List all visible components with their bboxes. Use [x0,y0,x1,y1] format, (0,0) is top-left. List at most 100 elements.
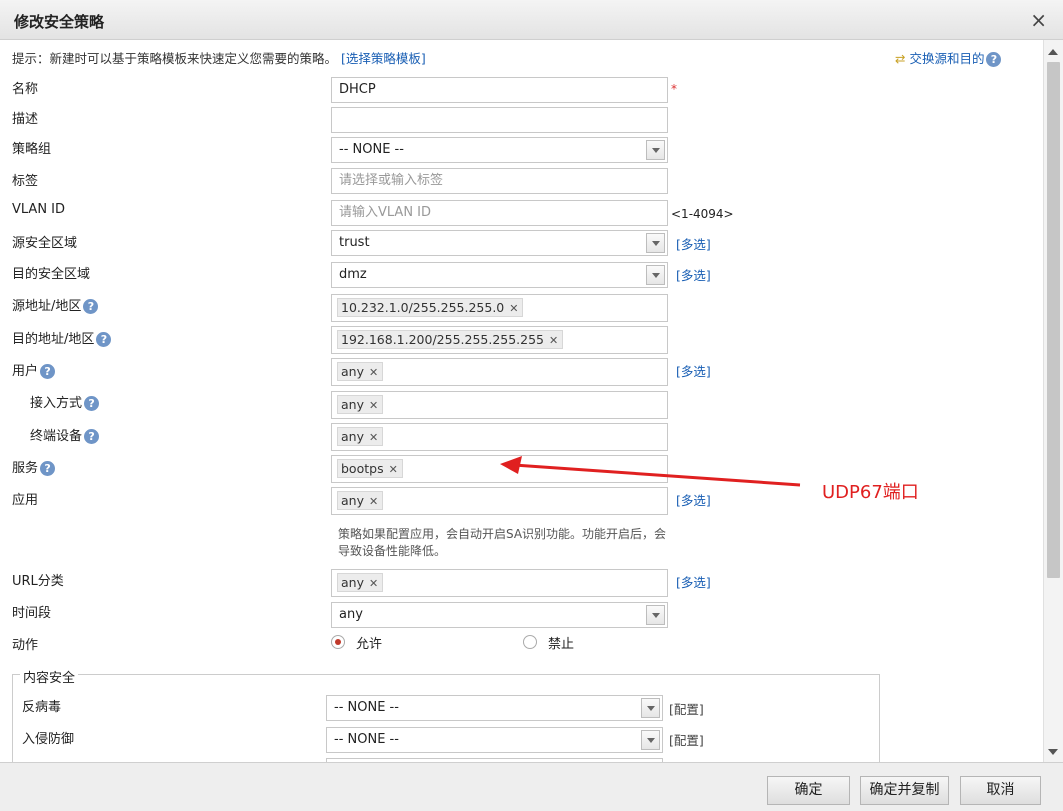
chevron-down-icon[interactable] [641,698,660,718]
name-field[interactable]: DHCP [331,77,668,103]
chevron-down-icon[interactable] [646,605,665,625]
access-chip: any ✕ [337,395,384,414]
vlan-input[interactable]: 请输入VLAN ID [331,200,668,226]
access-chip-text: any [341,397,364,412]
swap-src-dst-link[interactable]: ⇄ 交换源和目的? [895,48,1002,67]
tag-input[interactable]: 请选择或输入标签 [331,168,668,194]
url-chip: any ✕ [337,573,384,592]
antivirus-value: -- NONE -- [334,700,399,715]
chevron-down-icon[interactable] [646,265,665,285]
annotation-arrow [500,456,801,487]
app-chip-text: any [341,493,364,508]
device-field[interactable]: any ✕ [331,423,668,451]
action-label: 动作 [12,638,39,653]
scroll-thumb[interactable] [1047,62,1060,578]
time-select[interactable]: any [331,602,668,628]
time-value: any [339,607,363,622]
dialog-title: 修改安全策略 [14,13,105,31]
chevron-down-icon[interactable] [646,233,665,253]
dst-zone-value: dmz [339,267,367,282]
remove-icon[interactable]: ✕ [369,431,378,444]
dst-zone-multi-link[interactable]: [多选] [676,265,711,284]
user-label: 用户? [12,360,56,379]
src-addr-field[interactable]: 10.232.1.0/255.255.255.0 ✕ [331,294,668,322]
desc-label: 描述 [12,112,39,127]
scroll-down-icon[interactable] [1048,749,1058,755]
url-chip-text: any [341,575,364,590]
required-mark: * [671,82,677,96]
chevron-down-icon[interactable] [641,730,660,750]
antivirus-config-link[interactable]: [配置] [669,699,704,718]
user-field[interactable]: any ✕ [331,358,668,386]
dialog-titlebar: 修改安全策略 × [0,0,1063,40]
remove-icon[interactable]: ✕ [369,577,378,590]
remove-icon[interactable]: ✕ [369,399,378,412]
allow-label: 允许 [356,637,383,652]
remove-icon[interactable]: ✕ [549,334,558,347]
ok-button[interactable]: 确定 [767,776,850,805]
help-icon[interactable]: ? [84,429,100,444]
swap-label: 交换源和目的 [909,51,985,66]
remove-icon[interactable]: ✕ [369,495,378,508]
src-zone-select[interactable]: trust [331,230,668,256]
deny-radio[interactable] [523,635,537,649]
scroll-up-icon[interactable] [1048,49,1058,55]
device-label-text: 终端设备 [30,429,83,444]
service-label: 服务? [12,457,56,476]
name-label: 名称 [12,82,39,97]
user-label-text: 用户 [12,364,39,379]
help-icon[interactable]: ? [40,364,56,379]
dst-zone-label: 目的安全区域 [12,267,91,282]
service-chip: bootps ✕ [337,459,403,478]
help-icon[interactable]: ? [83,299,99,314]
cancel-button[interactable]: 取消 [960,776,1041,805]
desc-field[interactable] [331,107,668,133]
time-label: 时间段 [12,606,52,621]
ok-copy-button[interactable]: 确定并复制 [860,776,949,805]
swap-icon: ⇄ [895,51,906,66]
user-multi-link[interactable]: [多选] [676,361,711,380]
service-chip-text: bootps [341,461,384,476]
remove-icon[interactable]: ✕ [389,463,398,476]
vlan-placeholder: 请输入VLAN ID [339,205,432,220]
src-zone-multi-link[interactable]: [多选] [676,234,711,253]
src-addr-chip-text: 10.232.1.0/255.255.255.0 [341,300,505,315]
src-zone-value: trust [339,235,370,250]
dst-addr-label-text: 目的地址/地区 [12,332,95,347]
chevron-down-icon[interactable] [646,140,665,160]
dst-addr-chip-text: 192.168.1.200/255.255.255.255 [341,332,545,347]
url-field[interactable]: any ✕ [331,569,668,597]
dst-zone-select[interactable]: dmz [331,262,668,288]
src-addr-label: 源地址/地区? [12,295,99,314]
dst-addr-field[interactable]: 192.168.1.200/255.255.255.255 ✕ [331,326,668,354]
antivirus-select[interactable]: -- NONE -- [326,695,663,721]
ips-value: -- NONE -- [334,732,399,747]
app-note: 策略如果配置应用，会自动开启SA识别功能。功能开启后，会导致设备性能降低。 [338,527,667,558]
help-icon[interactable]: ? [986,52,1002,67]
select-template-link[interactable]: [选择策略模板] [341,51,426,66]
help-icon[interactable]: ? [96,332,112,347]
scrollbar[interactable] [1043,40,1063,762]
hint-text: 提示：新建时可以基于策略模板来快速定义您需要的策略。 [选择策略模板] [12,48,426,67]
hint-message: 提示：新建时可以基于策略模板来快速定义您需要的策略。 [12,51,338,66]
ips-select[interactable]: -- NONE -- [326,727,663,753]
app-chip: any ✕ [337,491,384,510]
allow-radio[interactable] [331,635,345,649]
src-addr-chip: 10.232.1.0/255.255.255.0 ✕ [337,298,524,317]
help-icon[interactable]: ? [40,461,56,476]
help-icon[interactable]: ? [84,396,100,411]
remove-icon[interactable]: ✕ [369,366,378,379]
access-field[interactable]: any ✕ [331,391,668,419]
tag-label: 标签 [12,174,39,189]
vlan-label: VLAN ID [12,202,66,217]
user-chip: any ✕ [337,362,384,381]
src-zone-label: 源安全区域 [12,236,78,251]
url-multi-link[interactable]: [多选] [676,572,711,591]
remove-icon[interactable]: ✕ [509,302,518,315]
tag-placeholder: 请选择或输入标签 [339,173,444,188]
ips-config-link[interactable]: [配置] [669,730,704,749]
group-select[interactable]: -- NONE -- [331,137,668,163]
service-label-text: 服务 [12,461,39,476]
close-icon[interactable]: × [1030,8,1047,32]
deny-label: 禁止 [548,637,575,652]
